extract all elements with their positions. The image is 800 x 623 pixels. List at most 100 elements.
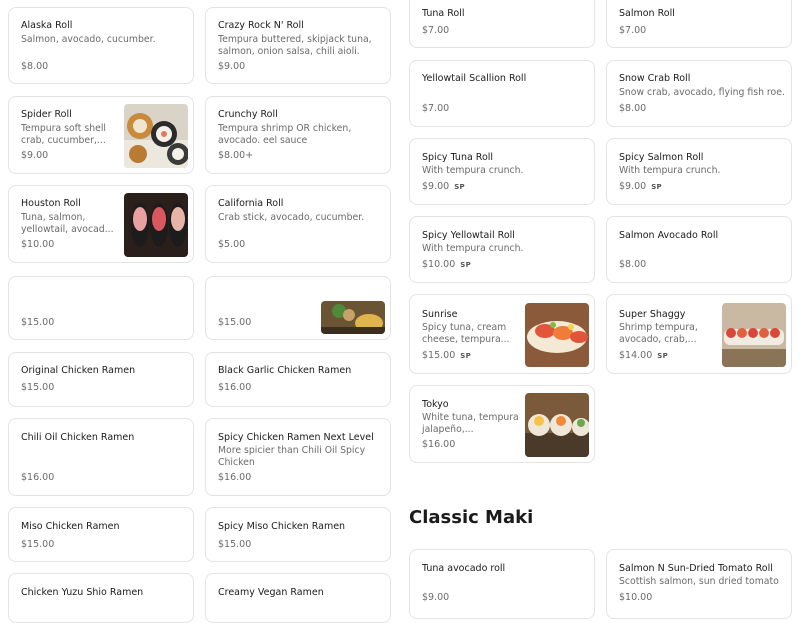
item-price: $10.00 <box>21 239 55 250</box>
spicy-badge: SP <box>657 352 669 360</box>
menu-item-card[interactable]: Original Chicken Ramen $15.00 <box>8 352 194 407</box>
item-price: $7.00 <box>422 103 450 114</box>
menu-item-card[interactable]: Yellowtail Scallion Roll $7.00 <box>409 60 595 127</box>
item-name: Spicy Miso Chicken Ramen <box>218 521 346 532</box>
item-description: Shrimp tempura, avocado, crab,... <box>619 322 698 345</box>
item-name: California Roll <box>218 198 284 209</box>
item-name: Spicy Chicken Ramen Next Level <box>218 432 374 443</box>
item-description: More spicier than Chili Oil Spicy Chicke… <box>218 445 366 468</box>
item-name: Houston Roll <box>21 198 81 209</box>
menu-item-card[interactable]: Creamy Vegan Ramen <box>205 573 391 623</box>
menu-item-card[interactable]: Spicy Salmon Roll With tempura crunch. $… <box>606 138 792 205</box>
item-price: $15.00 <box>21 317 55 328</box>
menu-item-card[interactable]: Tokyo White tuna, tempura jalapeño,... $… <box>409 385 595 463</box>
item-name: Yellowtail Scallion Roll <box>422 73 527 84</box>
item-photo <box>525 303 589 367</box>
item-name: Snow Crab Roll <box>619 73 691 84</box>
item-photo <box>321 301 385 334</box>
menu-item-card[interactable]: $15.00 <box>205 276 391 340</box>
item-price: $5.00 <box>218 239 246 250</box>
item-description: White tuna, tempura jalapeño,... <box>422 412 519 435</box>
menu-item-card[interactable]: Miso Chicken Ramen $15.00 <box>8 507 194 562</box>
item-price: $15.00 <box>218 317 252 328</box>
item-description: Tempura shrimp OR chicken, avocado. eel … <box>218 123 352 146</box>
menu-item-card[interactable]: Crunchy Roll Tempura shrimp OR chicken, … <box>205 96 391 174</box>
item-price: $9.00 SP <box>619 181 662 192</box>
item-price: $9.00 SP <box>422 181 465 192</box>
item-price: $7.00 <box>422 25 450 36</box>
item-photo <box>124 193 188 257</box>
spicy-badge: SP <box>651 183 662 191</box>
item-name: Sunrise <box>422 309 458 320</box>
item-description: With tempura crunch. <box>422 165 524 176</box>
item-name: Crunchy Roll <box>218 109 278 120</box>
item-description: Spicy tuna, cream cheese, tempura... <box>422 322 510 345</box>
item-photo <box>525 393 589 457</box>
item-price: $16.00 <box>21 472 55 483</box>
menu-item-card[interactable]: Sunrise Spicy tuna, cream cheese, tempur… <box>409 294 595 374</box>
item-description: With tempura crunch. <box>422 243 524 254</box>
menu-item-card[interactable]: Houston Roll Tuna, salmon, yellowtail, a… <box>8 185 194 263</box>
item-name: Spicy Tuna Roll <box>422 152 494 163</box>
item-price: $15.00 <box>218 539 252 550</box>
menu-item-card[interactable]: Salmon Roll $7.00 <box>606 0 792 48</box>
price-value: $9.00 <box>422 181 450 192</box>
item-price: $7.00 <box>619 25 647 36</box>
item-name: Tokyo <box>422 399 449 410</box>
item-price: $15.00 SP <box>422 350 471 361</box>
item-name: Black Garlic Chicken Ramen <box>218 365 352 376</box>
item-name: Chicken Yuzu Shio Ramen <box>21 587 144 598</box>
menu-item-card[interactable]: Alaska Roll Salmon, avocado, cucumber. $… <box>8 7 194 84</box>
menu-item-card[interactable]: Spider Roll Tempura soft shell crab, cuc… <box>8 96 194 174</box>
item-price: $15.00 <box>21 382 55 393</box>
item-price: $9.00 <box>218 61 246 72</box>
item-price: $16.00 <box>218 472 252 483</box>
price-value: $14.00 <box>619 350 653 361</box>
item-description: Tuna, salmon, yellowtail, avocad... <box>21 212 114 235</box>
menu-item-card[interactable]: California Roll Crab stick, avocado, cuc… <box>205 185 391 263</box>
menu-item-card[interactable]: Spicy Yellowtail Roll With tempura crunc… <box>409 216 595 283</box>
item-price: $14.00 SP <box>619 350 668 361</box>
item-price: $9.00 <box>422 592 450 603</box>
item-price: $8.00 <box>21 61 49 72</box>
item-name: Original Chicken Ramen <box>21 365 136 376</box>
item-price: $8.00 <box>619 259 647 270</box>
menu-item-card[interactable]: Salmon Avocado Roll $8.00 <box>606 216 792 283</box>
price-value: $15.00 <box>422 350 456 361</box>
item-name: Tuna Roll <box>422 8 465 19</box>
item-price: $10.00 SP <box>422 259 471 270</box>
menu-item-card[interactable]: Snow Crab Roll Snow crab, avocado, flyin… <box>606 60 792 127</box>
item-name: Chili Oil Chicken Ramen <box>21 432 135 443</box>
item-photo <box>124 104 188 168</box>
item-price: $16.00 <box>218 382 252 393</box>
spicy-badge: SP <box>460 352 472 360</box>
menu-item-card[interactable]: Spicy Chicken Ramen Next Level More spic… <box>205 418 391 496</box>
menu-item-card[interactable]: Super Shaggy Shrimp tempura, avocado, cr… <box>606 294 792 374</box>
item-description: With tempura crunch. <box>619 165 721 176</box>
menu-item-card[interactable]: Salmon N Sun-Dried Tomato Roll Scottish … <box>606 549 792 619</box>
menu-item-card[interactable]: Crazy Rock N' Roll Tempura buttered, ski… <box>205 7 391 84</box>
menu-item-card[interactable]: Tuna Roll $7.00 <box>409 0 595 48</box>
item-name: Alaska Roll <box>21 20 73 31</box>
item-name: Salmon N Sun-Dried Tomato Roll <box>619 563 773 574</box>
item-description: Scottish salmon, sun dried tomato <box>619 576 779 587</box>
menu-item-card[interactable]: Spicy Tuna Roll With tempura crunch. $9.… <box>409 138 595 205</box>
item-name: Miso Chicken Ramen <box>21 521 120 532</box>
menu-item-card[interactable]: $15.00 <box>8 276 194 340</box>
spicy-badge: SP <box>460 261 472 269</box>
item-description: Snow crab, avocado, flying fish roe. <box>619 87 785 98</box>
price-value: $9.00 <box>619 181 647 192</box>
item-name: Salmon Roll <box>619 8 675 19</box>
menu-item-card[interactable]: Chicken Yuzu Shio Ramen <box>8 573 194 623</box>
item-description: Salmon, avocado, cucumber. <box>21 34 156 45</box>
item-price: $8.00 <box>619 103 647 114</box>
menu-item-card[interactable]: Spicy Miso Chicken Ramen $15.00 <box>205 507 391 562</box>
item-name: Spider Roll <box>21 109 72 120</box>
menu-item-card[interactable]: Black Garlic Chicken Ramen $16.00 <box>205 352 391 407</box>
item-name: Spicy Salmon Roll <box>619 152 704 163</box>
item-name: Tuna avocado roll <box>422 563 506 574</box>
menu-item-card[interactable]: Tuna avocado roll $9.00 <box>409 549 595 619</box>
spicy-badge: SP <box>454 183 465 191</box>
menu-item-card[interactable]: Chili Oil Chicken Ramen $16.00 <box>8 418 194 496</box>
item-name: Spicy Yellowtail Roll <box>422 230 515 241</box>
